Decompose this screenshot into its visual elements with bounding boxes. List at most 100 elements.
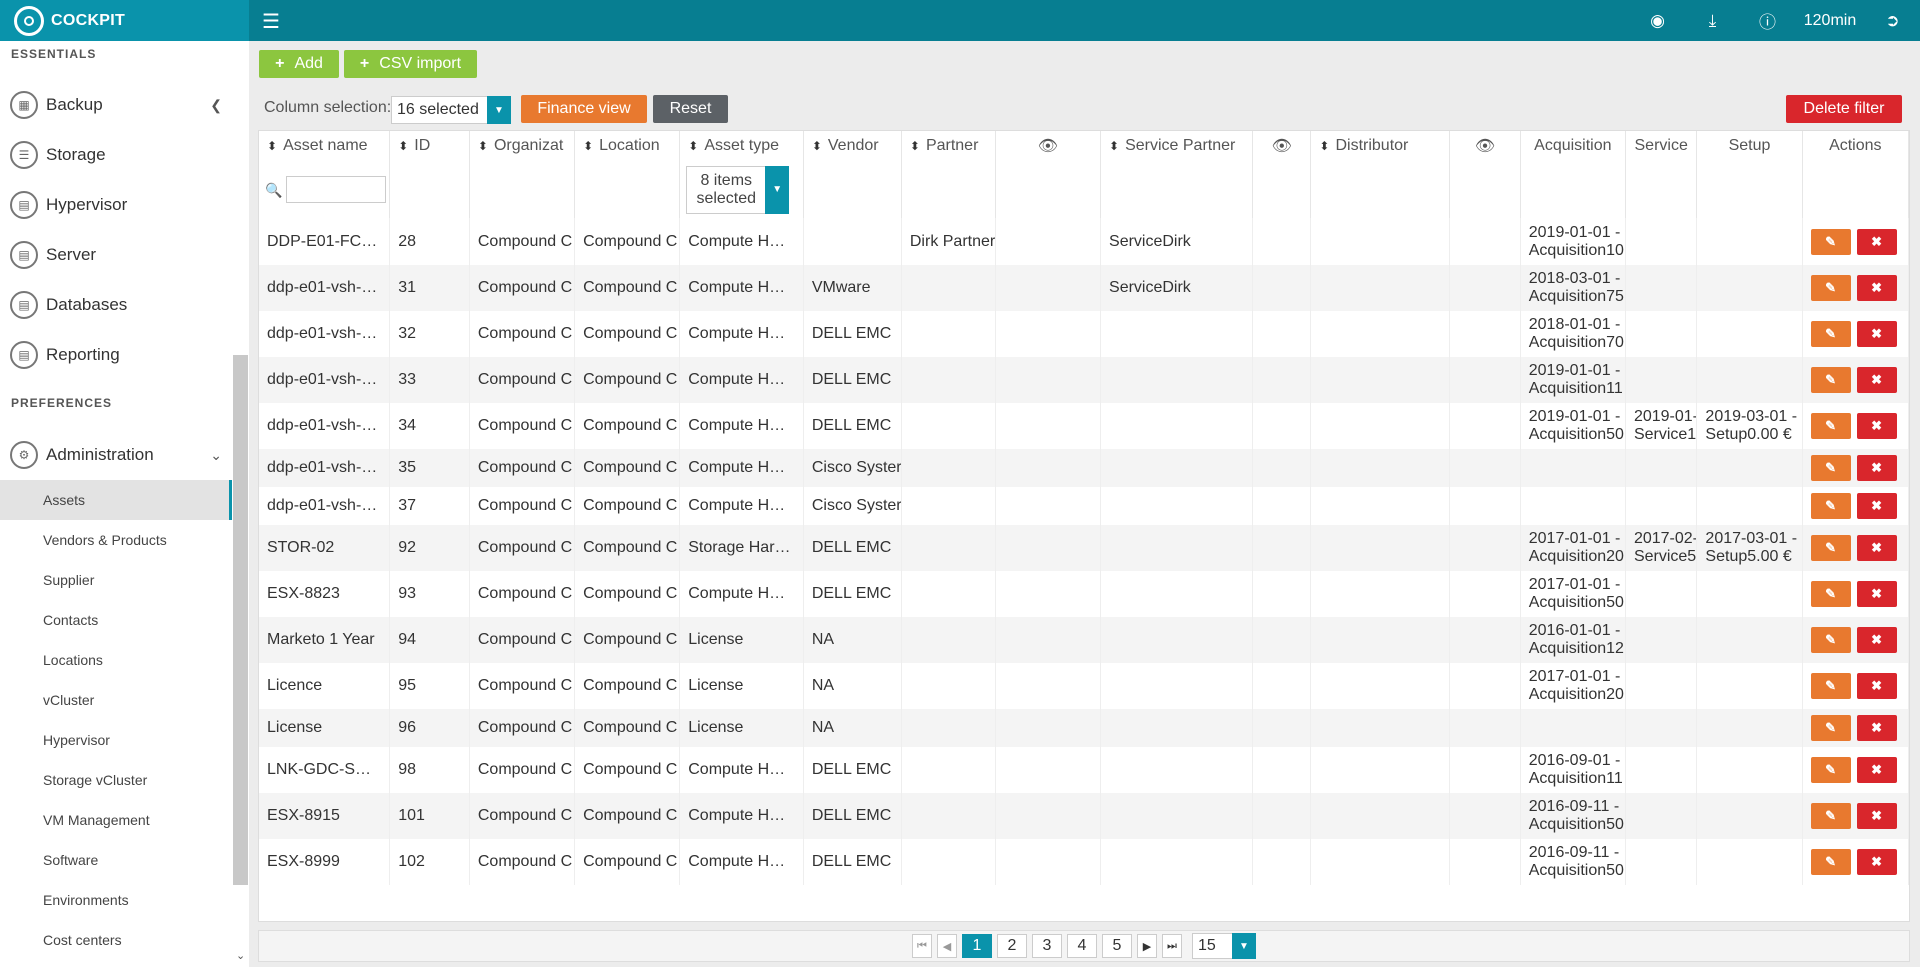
delete-button[interactable]: ✖: [1856, 455, 1897, 481]
eye-icon: 👁: [1037, 138, 1059, 155]
sidebar-item-backup[interactable]: ▦ Backup ❮: [0, 80, 232, 130]
delete-button[interactable]: ✖: [1856, 367, 1897, 393]
col-distributor-visibility[interactable]: 👁: [1449, 131, 1521, 161]
edit-button[interactable]: ✎: [1810, 581, 1851, 607]
brand[interactable]: COCKPIT: [0, 0, 249, 41]
col-partner[interactable]: ⬍ Partner: [901, 131, 996, 161]
cell-empty: [995, 617, 1102, 663]
col-distributor[interactable]: ⬍ Distributor: [1310, 131, 1451, 161]
cell-empty: [1252, 617, 1312, 663]
finance-view-button[interactable]: Finance view: [521, 95, 647, 123]
col-service-partner[interactable]: ⬍ Service Partner: [1100, 131, 1254, 161]
cell-service: [1625, 839, 1698, 885]
delete-button[interactable]: ✖: [1856, 413, 1897, 439]
edit-button[interactable]: ✎: [1810, 367, 1851, 393]
delete-button[interactable]: ✖: [1856, 673, 1897, 699]
cell-actions: ✎ ✖: [1802, 403, 1910, 449]
cell-acquisition-line1: 2016-09-11 -: [1528, 798, 1620, 815]
cell-setup: 2019-03-01 - Setup0.00 €: [1696, 403, 1803, 449]
cell-location: Compound C: [574, 839, 681, 885]
page-size-dropdown[interactable]: 15 ▼: [1192, 933, 1256, 959]
sidebar-sub-software[interactable]: Software: [0, 840, 232, 880]
reset-button[interactable]: Reset: [653, 95, 728, 123]
delete-button[interactable]: ✖: [1856, 715, 1897, 741]
prev-page-icon[interactable]: ◀: [937, 934, 957, 958]
col-asset-name[interactable]: ⬍ Asset name: [259, 131, 391, 161]
edit-button[interactable]: ✎: [1810, 803, 1851, 829]
sidebar-sub-cost-centers[interactable]: Cost centers: [0, 920, 232, 960]
sidebar-sub-vm-management[interactable]: VM Management: [0, 800, 232, 840]
sidebar-item-administration[interactable]: ⚙ Administration ⌄: [0, 430, 232, 480]
col-service-partner-visibility[interactable]: 👁: [1252, 131, 1312, 161]
edit-button[interactable]: ✎: [1810, 757, 1851, 783]
add-button[interactable]: + Add: [259, 50, 339, 78]
edit-button[interactable]: ✎: [1810, 673, 1851, 699]
sidebar-sub-supplier[interactable]: Supplier: [0, 560, 232, 600]
edit-button[interactable]: ✎: [1810, 627, 1851, 653]
sidebar-sub-storage-vcluster[interactable]: Storage vCluster: [0, 760, 232, 800]
sidebar-scrollbar[interactable]: [233, 355, 248, 885]
edit-button[interactable]: ✎: [1810, 715, 1851, 741]
delete-button[interactable]: ✖: [1856, 535, 1897, 561]
col-id[interactable]: ⬍ ID: [389, 131, 470, 161]
delete-button[interactable]: ✖: [1856, 228, 1897, 255]
delete-button[interactable]: ✖: [1856, 493, 1897, 519]
asset-type-filter-dropdown[interactable]: 8 items selected ▼: [686, 165, 790, 214]
activity-icon[interactable]: ◉: [1630, 11, 1685, 31]
col-asset-type[interactable]: ⬍ Asset type: [679, 131, 804, 161]
sidebar-sub-locations[interactable]: Locations: [0, 640, 232, 680]
sidebar-sub-hypervisor[interactable]: Hypervisor: [0, 720, 232, 760]
edit-button[interactable]: ✎: [1810, 275, 1851, 301]
delete-button[interactable]: ✖: [1856, 757, 1897, 783]
edit-button[interactable]: ✎: [1810, 849, 1851, 875]
edit-button[interactable]: ✎: [1810, 321, 1851, 347]
delete-button[interactable]: ✖: [1856, 275, 1897, 301]
col-organization[interactable]: ⬍ Organizat: [469, 131, 576, 161]
download-icon[interactable]: ⤓: [1685, 11, 1740, 31]
menu-icon[interactable]: ☰: [262, 9, 280, 34]
edit-button[interactable]: ✎: [1810, 413, 1851, 439]
page-button[interactable]: 4: [1067, 934, 1097, 958]
sidebar-sub-vendors-products[interactable]: Vendors & Products: [0, 520, 232, 560]
col-vendor[interactable]: ⬍ Vendor: [803, 131, 902, 161]
sidebar-sub-environments[interactable]: Environments: [0, 880, 232, 920]
delete-button[interactable]: ✖: [1856, 627, 1897, 653]
edit-button[interactable]: ✎: [1810, 535, 1851, 561]
page-button[interactable]: 5: [1102, 934, 1132, 958]
delete-button[interactable]: ✖: [1856, 321, 1897, 347]
cell-service-partner: [1100, 449, 1254, 487]
sort-icon: ⬍: [477, 139, 488, 153]
column-selection-dropdown[interactable]: 16 selected ▼: [391, 96, 511, 124]
sidebar-sub-contacts[interactable]: Contacts: [0, 600, 232, 640]
sidebar-item-reporting[interactable]: ▤ Reporting: [0, 330, 232, 380]
info-icon[interactable]: ⓘ: [1740, 8, 1795, 33]
csv-import-button[interactable]: + CSV import: [344, 50, 477, 78]
edit-icon: ✎: [1825, 326, 1837, 341]
page-button[interactable]: 3: [1032, 934, 1062, 958]
cell-asset-name: LNK-GDC-S…: [259, 747, 391, 793]
edit-button[interactable]: ✎: [1810, 493, 1851, 519]
delete-filter-button[interactable]: Delete filter: [1786, 95, 1902, 123]
sidebar-item-storage[interactable]: ☰ Storage: [0, 130, 232, 180]
page-button[interactable]: 2: [997, 934, 1027, 958]
col-location[interactable]: ⬍ Location: [574, 131, 681, 161]
last-page-icon[interactable]: ⏭: [1162, 934, 1182, 958]
asset-name-search-input[interactable]: [286, 176, 387, 203]
page-button[interactable]: 1: [962, 934, 992, 958]
edit-button[interactable]: ✎: [1810, 228, 1851, 255]
sidebar-item-hypervisor[interactable]: ▤ Hypervisor: [0, 180, 232, 230]
delete-button[interactable]: ✖: [1856, 581, 1897, 607]
col-partner-visibility[interactable]: 👁: [995, 131, 1102, 161]
logout-icon[interactable]: ➲: [1865, 11, 1920, 31]
delete-button[interactable]: ✖: [1856, 803, 1897, 829]
first-page-icon[interactable]: ⏮: [912, 934, 932, 958]
sidebar-sub-vcluster[interactable]: vCluster: [0, 680, 232, 720]
edit-button[interactable]: ✎: [1810, 455, 1851, 481]
sidebar-item-databases[interactable]: ▤ Databases: [0, 280, 232, 330]
sidebar-sub-assets[interactable]: Assets: [0, 480, 232, 520]
scroll-down-icon[interactable]: ⌄: [236, 949, 245, 962]
delete-button[interactable]: ✖: [1856, 849, 1897, 875]
caret-down-icon: ▼: [487, 96, 511, 124]
next-page-icon[interactable]: ▶: [1137, 934, 1157, 958]
sidebar-item-server[interactable]: ▤ Server: [0, 230, 232, 280]
